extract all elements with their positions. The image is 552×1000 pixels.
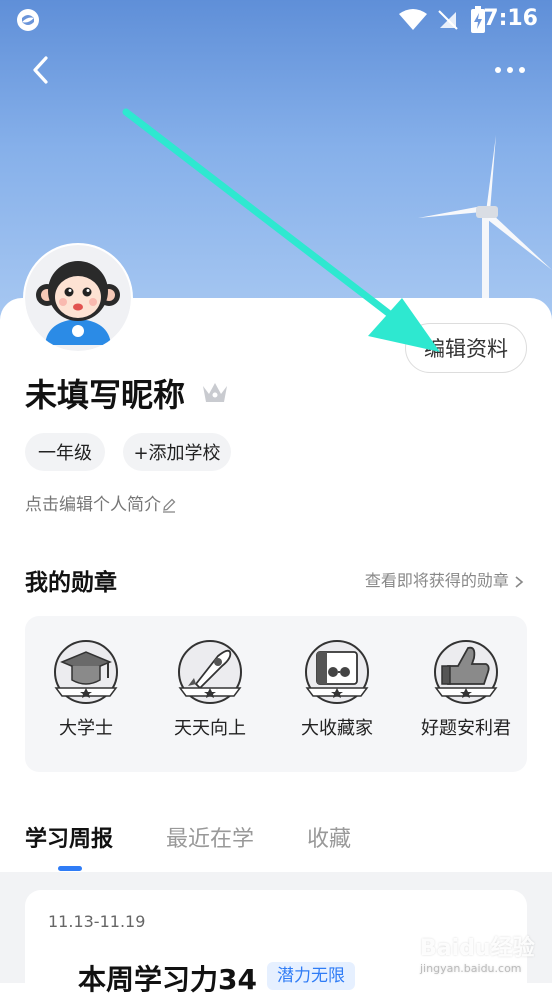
tab-weekly-report[interactable]: 学习周报 [25,821,113,853]
bio-prompt[interactable]: 点击编辑个人简介 [25,490,177,515]
chevron-right-icon [515,575,524,588]
report-title: 本周学习力34 [78,963,257,996]
book-collector-badge-icon [305,640,369,704]
chevron-left-icon [33,56,48,84]
badges-panel: 大学士 天天向上 大收藏家 好题安利君 [25,616,527,772]
back-button[interactable] [22,50,62,90]
badges-title: 我的勋章 [25,570,117,596]
badge-label: 天天向上 [174,718,246,739]
monkey-avatar-icon [25,245,131,351]
tab-recent-learning[interactable]: 最近在学 [166,821,254,853]
graduation-cap-badge-icon [54,640,118,704]
wifi-icon [399,9,427,30]
status-time: 7:16 [483,6,538,31]
badge-item[interactable]: 好题安利君 [411,636,521,740]
avatar[interactable] [25,245,131,351]
pencil-icon [163,498,176,513]
crown-icon[interactable] [200,378,230,406]
bio-prompt-text: 点击编辑个人简介 [25,495,161,515]
badge-label: 大收藏家 [301,718,373,739]
more-horizontal-icon [495,67,525,73]
badge-item[interactable]: 大收藏家 [282,636,392,740]
badges-link-text: 查看即将获得的勋章 [364,571,509,590]
nickname[interactable]: 未填写昵称 [25,370,185,416]
no-signal-icon [438,10,458,30]
report-tag: 潜力无限 [267,962,355,990]
thumbs-up-badge-icon [434,640,498,704]
watermark-subtext: jingyan.baidu.com [420,962,522,975]
tab-active-indicator [58,866,82,871]
watermark: Baidu经验 jingyan.baidu.com [420,930,535,975]
badges-view-more-link[interactable]: 查看即将获得的勋章 [365,567,524,591]
badge-item[interactable]: 大学士 [31,636,141,740]
grade-chip[interactable]: 一年级 [25,433,105,471]
more-button[interactable] [488,52,532,88]
badge-label: 好题安利君 [421,718,511,739]
watermark-text: Baidu经验 [420,936,535,961]
tab-favorites[interactable]: 收藏 [307,821,351,853]
report-date-range: 11.13-11.19 [48,912,146,931]
rocket-badge-icon [178,640,242,704]
badge-item[interactable]: 天天向上 [155,636,265,740]
app-logo-icon [17,9,39,31]
edit-profile-button[interactable]: 编辑资料 [405,323,527,373]
add-school-chip[interactable]: +添加学校 [123,433,231,471]
badge-label: 大学士 [59,718,113,739]
status-bar: 7:16 [0,0,552,40]
